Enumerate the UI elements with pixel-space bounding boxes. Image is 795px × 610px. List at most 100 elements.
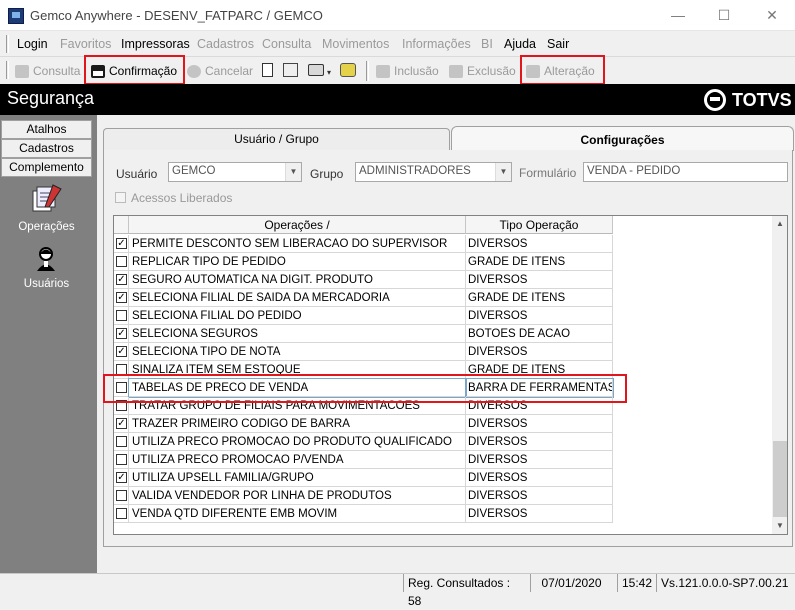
row-checkbox[interactable]	[116, 310, 127, 321]
tab-configuracoes[interactable]: Configurações	[451, 126, 794, 151]
inclusao-button[interactable]: Inclusão	[376, 61, 439, 81]
grid-corner	[114, 216, 129, 234]
chevron-down-icon[interactable]: ▼	[285, 163, 301, 181]
add-record-icon	[376, 64, 390, 78]
table-row[interactable]: SELECIONA FILIAL DO PEDIDO DIVERSOS	[114, 307, 614, 325]
row-checkbox[interactable]: ✓	[116, 472, 127, 483]
row-checkbox[interactable]	[116, 436, 127, 447]
row-checkbox[interactable]: ✓	[116, 346, 127, 357]
scroll-down-icon[interactable]: ▼	[772, 518, 787, 534]
chevron-down-icon[interactable]: ▼	[495, 163, 511, 181]
alteracao-button[interactable]: Alteração	[526, 61, 595, 81]
row-checkbox-cell[interactable]: ✓	[114, 343, 129, 361]
scrollbar-thumb[interactable]	[773, 441, 787, 517]
tab-usuario-grupo[interactable]: Usuário / Grupo	[103, 128, 450, 150]
row-checkbox-cell[interactable]	[114, 253, 129, 271]
column-header-tipo[interactable]: Tipo Operação	[466, 216, 613, 234]
grid-scrollbar[interactable]: ▲ ▼	[772, 216, 787, 534]
close-button[interactable]: ✕	[749, 0, 795, 31]
column-header-operacoes[interactable]: Operações /	[129, 216, 466, 234]
row-checkbox-cell[interactable]: ✓	[114, 325, 129, 343]
minimize-button[interactable]: —	[655, 0, 701, 31]
row-checkbox-cell[interactable]: ✓	[114, 235, 129, 253]
formulario-field[interactable]: VENDA - PEDIDO	[583, 162, 788, 182]
row-checkbox-cell[interactable]: ✓	[114, 271, 129, 289]
menu-ajuda[interactable]: Ajuda	[504, 37, 536, 51]
row-checkbox-cell[interactable]	[114, 307, 129, 325]
row-checkbox[interactable]	[116, 508, 127, 519]
menu-login[interactable]: Login	[17, 37, 48, 51]
acessos-liberados-checkbox[interactable]	[115, 192, 126, 203]
printer-icon[interactable]	[308, 64, 324, 76]
module-header	[0, 84, 795, 115]
row-checkbox[interactable]: ✓	[116, 292, 127, 303]
table-row[interactable]: UTILIZA PRECO PROMOCAO P/VENDA DIVERSOS	[114, 451, 614, 469]
acessos-liberados-label: Acessos Liberados	[131, 191, 233, 205]
grupo-select[interactable]: ADMINISTRADORES ▼	[355, 162, 512, 182]
row-checkbox-cell[interactable]	[114, 433, 129, 451]
window-title: Gemco Anywhere - DESENV_FATPARC / GEMCO	[30, 8, 323, 23]
row-checkbox[interactable]: ✓	[116, 418, 127, 429]
table-row[interactable]: ✓ UTILIZA UPSELL FAMILIA/GRUPO DIVERSOS	[114, 469, 614, 487]
table-row[interactable]: ✓ TRAZER PRIMEIRO CODIGO DE BARRA DIVERSOS	[114, 415, 614, 433]
menu-consulta[interactable]: Consulta	[262, 37, 311, 51]
table-row[interactable]: ✓ PERMITE DESCONTO SEM LIBERACAO DO SUPER…	[114, 235, 614, 253]
confirmacao-button[interactable]: Confirmação	[91, 61, 177, 81]
row-checkbox[interactable]: ✓	[116, 328, 127, 339]
sidebar-item-operacoes[interactable]: Operações	[0, 221, 93, 233]
cell-operacao: SELECIONA FILIAL DO PEDIDO	[129, 307, 466, 325]
table-row[interactable]: ✓ SELECIONA FILIAL DE SAIDA DA MERCADORIA…	[114, 289, 614, 307]
maximize-button[interactable]: ☐	[701, 0, 747, 31]
table-row[interactable]: REPLICAR TIPO DE PEDIDO GRADE DE ITENS	[114, 253, 614, 271]
table-row[interactable]: ✓ SEGURO AUTOMATICA NA DIGIT. PRODUTO DIVE…	[114, 271, 614, 289]
menu-sair[interactable]: Sair	[547, 37, 569, 51]
menu-cadastros[interactable]: Cadastros	[197, 37, 254, 51]
row-checkbox[interactable]	[116, 490, 127, 501]
operations-icon[interactable]	[31, 183, 63, 215]
table-row[interactable]: ✓ SELECIONA TIPO DE NOTA DIVERSOS	[114, 343, 614, 361]
row-checkbox[interactable]	[116, 256, 127, 267]
row-checkbox-cell[interactable]	[114, 451, 129, 469]
sidebar-tab-complemento[interactable]: Complemento	[1, 158, 92, 177]
row-checkbox[interactable]	[116, 454, 127, 465]
menu-bar	[0, 31, 795, 57]
row-checkbox[interactable]: ✓	[116, 274, 127, 285]
usuario-select[interactable]: GEMCO ▼	[168, 162, 302, 182]
formulario-value: VENDA - PEDIDO	[587, 165, 681, 177]
row-checkbox-cell[interactable]	[114, 487, 129, 505]
cell-operacao: TRAZER PRIMEIRO CODIGO DE BARRA	[129, 415, 466, 433]
row-checkbox-cell[interactable]	[114, 505, 129, 523]
menu-favoritos[interactable]: Favoritos	[60, 37, 111, 51]
usuario-label: Usuário	[116, 167, 158, 181]
new-document-icon[interactable]	[262, 63, 273, 77]
brand-logo: TOTVS	[704, 89, 792, 111]
menu-informacoes[interactable]: Informações	[402, 37, 471, 51]
exclusao-button[interactable]: Exclusão	[449, 61, 516, 81]
printer-dropdown-icon[interactable]: ▾	[327, 68, 331, 77]
copy-document-icon[interactable]	[283, 63, 298, 77]
sidebar-tab-atalhos[interactable]: Atalhos	[1, 120, 92, 139]
table-row[interactable]: UTILIZA PRECO PROMOCAO DO PRODUTO QUALIF…	[114, 433, 614, 451]
menu-bi[interactable]: BI	[481, 37, 493, 51]
cell-tipo: GRADE DE ITENS	[466, 289, 613, 307]
users-icon[interactable]	[34, 246, 58, 272]
menu-movimentos[interactable]: Movimentos	[322, 37, 389, 51]
row-checkbox-cell[interactable]: ✓	[114, 289, 129, 307]
table-row[interactable]: VALIDA VENDEDOR POR LINHA DE PRODUTOS DIV…	[114, 487, 614, 505]
search-icon	[15, 64, 29, 78]
alteracao-label: Alteração	[544, 64, 595, 78]
row-checkbox-cell[interactable]: ✓	[114, 415, 129, 433]
sidebar-tab-cadastros[interactable]: Cadastros	[1, 139, 92, 158]
sidebar-item-usuarios[interactable]: Usuários	[0, 278, 93, 290]
cell-tipo: DIVERSOS	[466, 451, 613, 469]
table-row[interactable]: ✓ SELECIONA SEGUROS BOTOES DE ACAO	[114, 325, 614, 343]
row-checkbox-cell[interactable]: ✓	[114, 469, 129, 487]
menu-impressoras[interactable]: Impressoras	[121, 37, 190, 51]
row-checkbox[interactable]: ✓	[116, 238, 127, 249]
search-tool-icon[interactable]	[340, 63, 356, 77]
grupo-label: Grupo	[310, 167, 344, 181]
scroll-up-icon[interactable]: ▲	[772, 216, 787, 232]
cancelar-button[interactable]: Cancelar	[187, 61, 253, 81]
consulta-button[interactable]: Consulta	[15, 61, 80, 81]
table-row[interactable]: VENDA QTD DIFERENTE EMB MOVIM DIVERSOS	[114, 505, 614, 523]
